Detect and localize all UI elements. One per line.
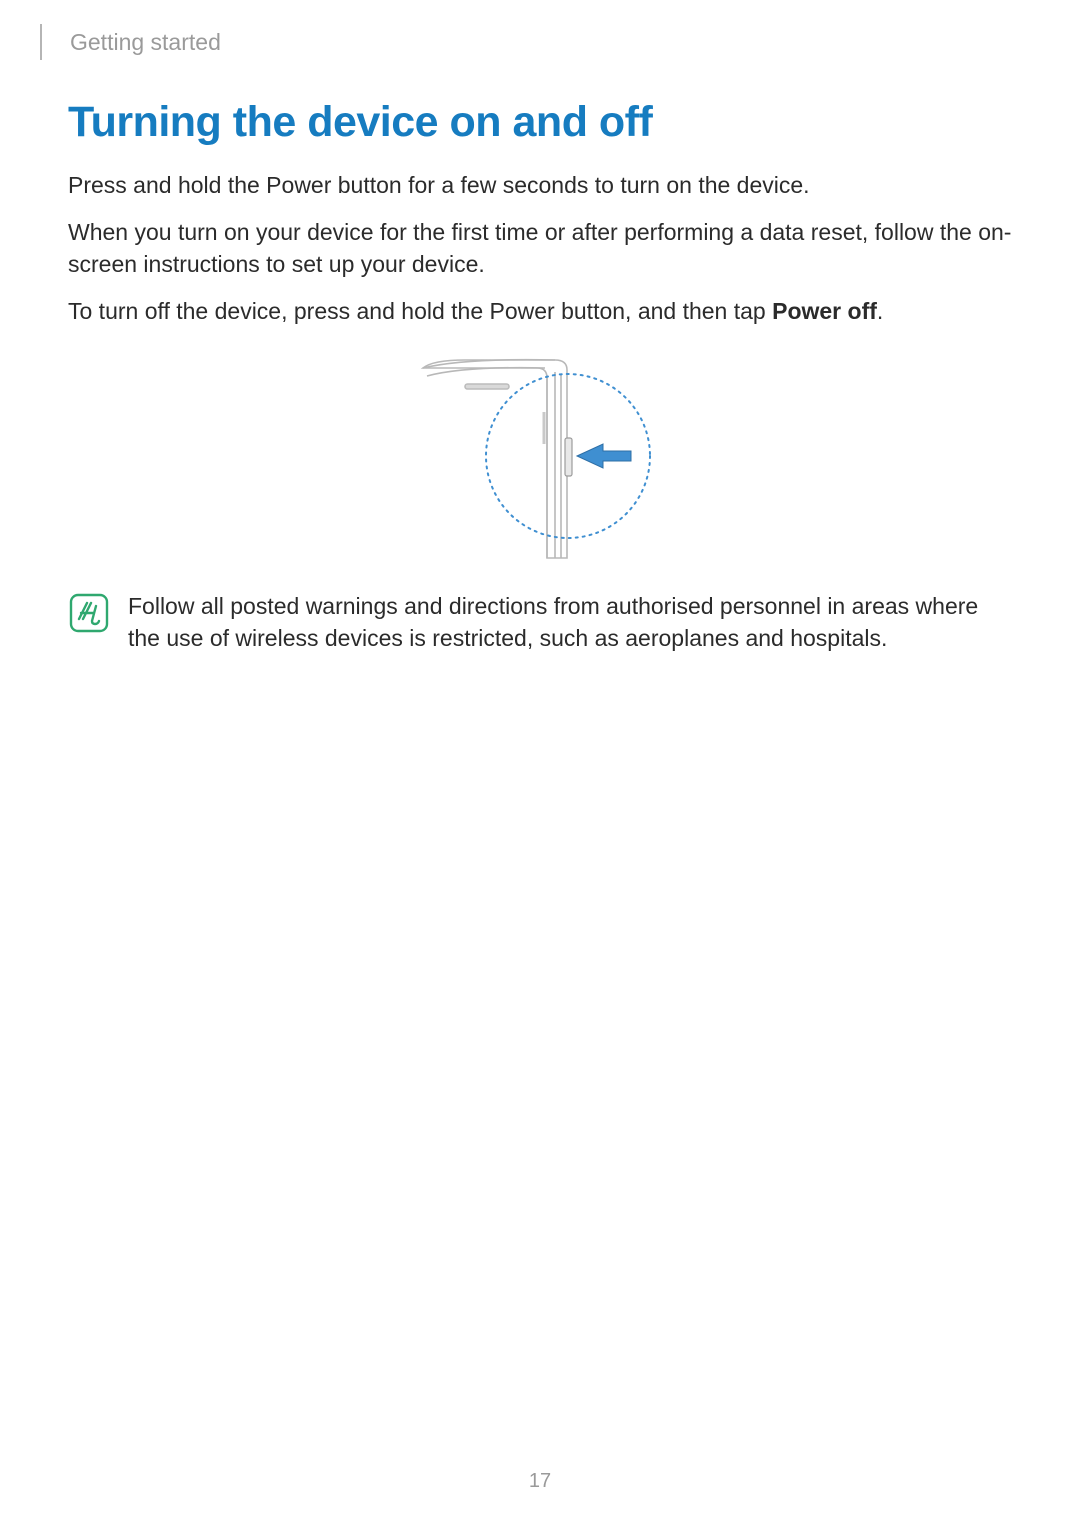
header-divider <box>40 24 42 60</box>
phone-power-button-illustration <box>405 354 675 564</box>
page-content: Turning the device on and off Press and … <box>68 90 1012 655</box>
paragraph-2: When you turn on your device for the fir… <box>68 216 1012 281</box>
paragraph-1: Press and hold the Power button for a fe… <box>68 169 1012 202</box>
device-figure <box>68 354 1012 564</box>
note-icon <box>68 592 110 639</box>
paragraph-3-bold: Power off <box>772 298 877 324</box>
page-title: Turning the device on and off <box>68 98 1012 147</box>
paragraph-3-pre: To turn off the device, press and hold t… <box>68 298 772 324</box>
page-number: 17 <box>0 1470 1080 1493</box>
paragraph-3: To turn off the device, press and hold t… <box>68 295 1012 328</box>
paragraph-3-post: . <box>877 298 883 324</box>
power-button-shape <box>565 438 572 476</box>
note-text: Follow all posted warnings and direction… <box>128 590 1012 655</box>
page-header: Getting started <box>40 24 221 60</box>
section-name: Getting started <box>70 29 221 56</box>
arrow-icon <box>577 444 631 468</box>
note-block: Follow all posted warnings and direction… <box>68 590 1012 655</box>
